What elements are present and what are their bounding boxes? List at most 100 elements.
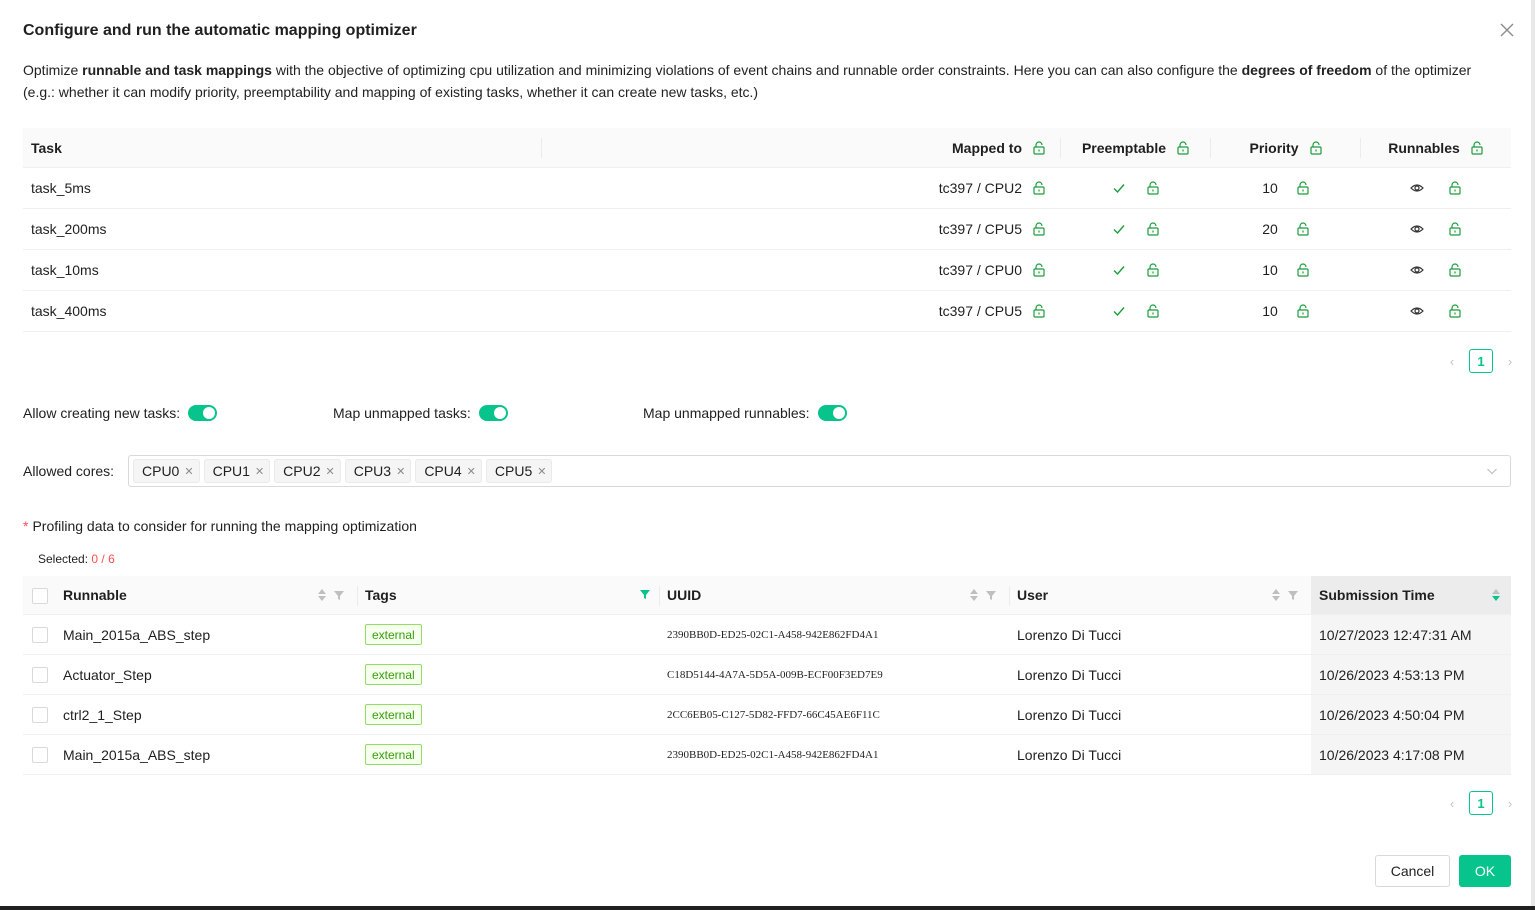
remove-icon[interactable]: ✕	[255, 465, 264, 478]
lock-icon[interactable]	[1032, 140, 1046, 155]
lock-icon[interactable]	[1146, 181, 1160, 195]
row-checkbox[interactable]	[32, 707, 48, 723]
lock-icon[interactable]	[1296, 263, 1310, 277]
allowed-cores-select[interactable]: CPU0 ✕ CPU1 ✕ CPU2 ✕ CPU3 ✕ CPU4 ✕ CPU5 ✕	[128, 455, 1511, 487]
submission-time-cell: 10/27/2023 12:47:31 AM	[1319, 626, 1472, 643]
core-chip-label: CPU2	[283, 463, 321, 479]
lock-icon[interactable]	[1448, 304, 1462, 318]
runnable-cell: Main_2015a_ABS_step	[63, 626, 211, 643]
sort-icon[interactable]	[1271, 588, 1281, 602]
header-runnable[interactable]: Runnable	[63, 576, 127, 614]
lock-icon[interactable]	[1032, 222, 1046, 236]
priority-value: 10	[1262, 180, 1278, 196]
eye-icon[interactable]	[1410, 263, 1424, 277]
profiling-label: * Profiling data to consider for running …	[23, 518, 417, 534]
map-unmapped-runnables-switch[interactable]	[817, 405, 847, 421]
page-button[interactable]: 1	[1469, 791, 1493, 815]
chevron-right-icon[interactable]: ›	[1503, 354, 1517, 369]
row-checkbox[interactable]	[32, 627, 48, 643]
lock-icon[interactable]	[1296, 304, 1310, 318]
preemptable-cell	[1061, 291, 1211, 331]
header-mapped-to-label: Mapped to	[952, 139, 1022, 156]
runnables-cell	[1361, 168, 1511, 208]
core-chip: CPU4 ✕	[415, 459, 482, 483]
remove-icon[interactable]: ✕	[396, 465, 405, 478]
header-preemptable: Preemptable	[1061, 128, 1211, 167]
header-submission-time[interactable]: Submission Time	[1319, 576, 1435, 614]
close-icon[interactable]	[1497, 20, 1517, 40]
filter-icon[interactable]	[639, 588, 651, 600]
lock-icon[interactable]	[1146, 263, 1160, 277]
header-runnables-label: Runnables	[1388, 139, 1460, 156]
lock-icon[interactable]	[1146, 304, 1160, 318]
cancel-button[interactable]: Cancel	[1375, 855, 1450, 887]
runnables-cell	[1361, 250, 1511, 290]
lock-icon[interactable]	[1296, 222, 1310, 236]
uuid-header-icons	[969, 588, 997, 602]
sort-icon[interactable]	[969, 588, 979, 602]
chevron-left-icon[interactable]: ‹	[1445, 354, 1459, 369]
filter-icon[interactable]	[1287, 589, 1299, 601]
lock-icon[interactable]	[1032, 181, 1046, 195]
remove-icon[interactable]: ✕	[467, 465, 476, 478]
profiling-table-header: Runnable Tags UUID User Submission Time	[23, 576, 1511, 615]
mapped-to-cell: tc397 / CPU5	[939, 209, 1046, 249]
tags-cell: external	[365, 695, 422, 734]
row-checkbox[interactable]	[32, 667, 48, 683]
filter-icon[interactable]	[333, 589, 345, 601]
sort-icon[interactable]	[1491, 588, 1501, 602]
column-divider	[1009, 586, 1010, 606]
core-chip: CPU5 ✕	[485, 459, 553, 483]
lock-icon[interactable]	[1309, 140, 1323, 155]
filter-icon[interactable]	[985, 589, 997, 601]
user-cell: Lorenzo Di Tucci	[1017, 666, 1122, 683]
remove-icon[interactable]: ✕	[537, 465, 546, 478]
remove-icon[interactable]: ✕	[184, 465, 193, 478]
task-name: task_5ms	[31, 180, 91, 196]
chevron-right-icon[interactable]: ›	[1503, 796, 1517, 811]
sort-icon[interactable]	[317, 588, 327, 602]
header-uuid[interactable]: UUID	[667, 576, 701, 614]
header-tags[interactable]: Tags	[365, 576, 397, 614]
eye-icon[interactable]	[1410, 181, 1424, 195]
ok-button[interactable]: OK	[1459, 855, 1511, 887]
lock-icon[interactable]	[1146, 222, 1160, 236]
core-chip: CPU2 ✕	[274, 459, 341, 483]
eye-icon[interactable]	[1410, 222, 1424, 236]
map-unmapped-tasks-switch[interactable]	[478, 405, 508, 421]
runnable-header-icons	[317, 588, 345, 602]
allow-new-tasks-switch[interactable]	[188, 405, 218, 421]
desc-bold-2: degrees of freedom	[1241, 62, 1372, 78]
runnables-cell	[1361, 291, 1511, 331]
select-all-checkbox[interactable]	[32, 588, 48, 604]
lock-icon[interactable]	[1032, 304, 1046, 318]
header-user[interactable]: User	[1017, 576, 1048, 614]
lock-icon[interactable]	[1296, 181, 1310, 195]
core-chip: CPU1 ✕	[203, 459, 271, 483]
chevron-left-icon[interactable]: ‹	[1445, 796, 1459, 811]
lock-icon[interactable]	[1448, 263, 1462, 277]
tag-badge: external	[365, 624, 422, 645]
mapped-to-value: tc397 / CPU5	[938, 303, 1022, 319]
preemptable-cell	[1061, 209, 1211, 249]
eye-icon[interactable]	[1410, 304, 1424, 318]
tag-badge: external	[365, 664, 422, 685]
profiling-table: Runnable Tags UUID User Submission Time …	[23, 576, 1511, 775]
priority-cell: 20	[1211, 209, 1361, 249]
lock-icon[interactable]	[1448, 181, 1462, 195]
core-chip-label: CPU4	[424, 463, 462, 479]
user-header-icons	[1271, 588, 1299, 602]
page-button[interactable]: 1	[1469, 349, 1493, 373]
remove-icon[interactable]: ✕	[326, 465, 335, 478]
check-icon	[1113, 225, 1125, 235]
row-checkbox[interactable]	[32, 747, 48, 763]
table-row: task_400ms tc397 / CPU5 10	[23, 291, 1511, 332]
lock-icon[interactable]	[1470, 140, 1484, 155]
chevron-down-icon[interactable]	[1486, 465, 1498, 477]
lock-icon[interactable]	[1032, 263, 1046, 277]
lock-icon[interactable]	[1176, 140, 1190, 155]
profiling-table-pagination: ‹ 1 ›	[1445, 791, 1517, 815]
lock-icon[interactable]	[1448, 222, 1462, 236]
map-unmapped-runnables-label: Map unmapped runnables:	[643, 405, 810, 421]
uuid-cell: 2CC6EB05-C127-5D82-FFD7-66C45AE6F11C	[667, 708, 880, 721]
